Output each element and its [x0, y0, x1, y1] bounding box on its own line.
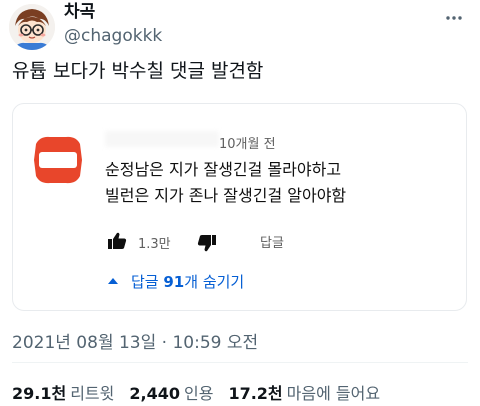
tweet-timestamp[interactable]: 2021년 08월 13일 · 10:59 오전: [12, 328, 258, 353]
likes-stat[interactable]: 17.2천 마음에 들어요: [228, 380, 380, 404]
divider: [12, 362, 468, 363]
retweets-label: 리트윗: [70, 384, 115, 403]
cartoon-avatar-image: [9, 4, 55, 50]
like-count: 1.3만: [138, 237, 171, 252]
more-horizontal-icon: [446, 16, 462, 20]
retweets-stat[interactable]: 29.1천 리트윗: [12, 380, 114, 404]
likes-label: 마음에 들어요: [286, 384, 381, 403]
quotes-value: 2,440: [129, 384, 180, 403]
author-display-name[interactable]: 차곡: [64, 1, 95, 23]
embedded-comment-image[interactable]: 10개월 전 순정남은 지가 잘생긴걸 몰라야하고 빌런은 지가 존나 잘생긴걸…: [12, 103, 467, 311]
hide-replies-toggle[interactable]: 답글 91개 숨기기: [107, 270, 244, 292]
thumbs-down-icon[interactable]: [197, 234, 217, 252]
author-handle[interactable]: @chagokkk: [64, 25, 162, 47]
comment-body: 순정남은 지가 잘생긴걸 몰라야하고 빌런은 지가 존나 잘생긴걸 알아야함: [105, 157, 346, 209]
caret-up-icon: [107, 275, 119, 287]
commenter-avatar-icon: [34, 136, 82, 184]
reply-button[interactable]: 답글: [260, 232, 284, 251]
retweets-value: 29.1천: [12, 384, 67, 403]
engagement-stats: 29.1천 리트윗 2,440 인용 17.2천 마음에 들어요: [12, 380, 380, 404]
comment-line-2: 빌런은 지가 존나 잘생긴걸 알아야함: [105, 186, 347, 205]
comment-time: 10개월 전: [219, 137, 276, 152]
hide-replies-label: 답글 91개 숨기기: [131, 272, 245, 291]
author-avatar[interactable]: [9, 4, 55, 50]
tweet-text: 유튭 보다가 박수칠 댓글 발견함: [12, 60, 264, 82]
comment-line-1: 순정남은 지가 잘생긴걸 몰라야하고: [105, 160, 342, 179]
likes-value: 17.2천: [228, 384, 283, 403]
reply-count: 91: [163, 272, 185, 291]
quotes-label: 인용: [183, 384, 214, 403]
blurred-commenter-name: [105, 131, 219, 147]
more-options-button[interactable]: [440, 6, 468, 30]
thumbs-up-icon[interactable]: [107, 232, 127, 250]
quotes-stat[interactable]: 2,440 인용: [129, 380, 213, 404]
